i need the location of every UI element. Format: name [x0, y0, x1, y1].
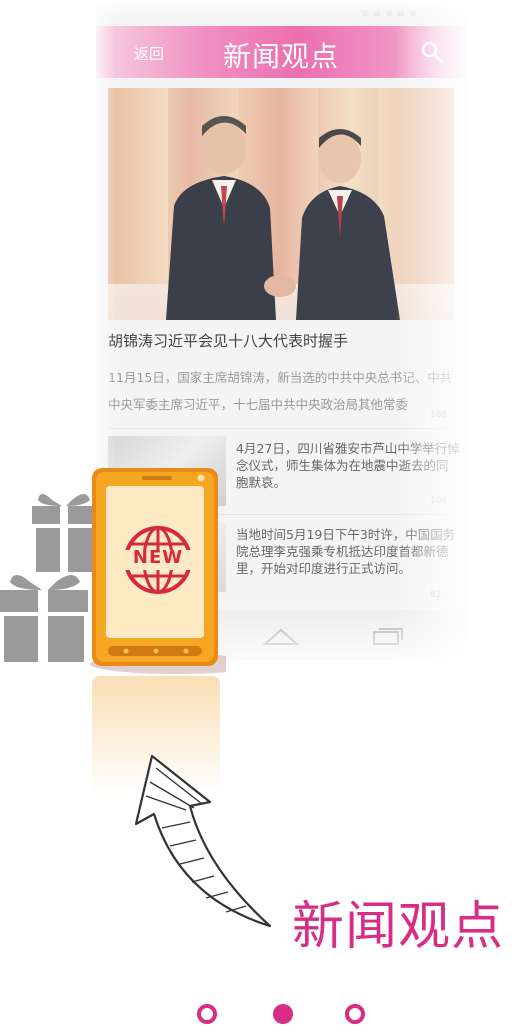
arrow-icon	[134, 754, 272, 928]
slogan: 新闻观点	[292, 897, 505, 957]
new-badge: NEW	[132, 547, 184, 568]
page-indicator-1[interactable]	[197, 1004, 217, 1024]
gift-icon	[0, 575, 88, 662]
page-indicator-2[interactable]	[273, 1004, 293, 1024]
featured-headline[interactable]: 胡锦涛习近平会见十八大代表时握手	[108, 330, 348, 351]
fade-overlay	[395, 0, 523, 680]
fade-overlay	[86, 0, 466, 26]
page-indicator-3[interactable]	[345, 1004, 365, 1024]
onboarding-screen: 返回 新闻观点 胡锦涛习近平会见十八大代表时握手 11月15日，国家主席胡锦涛，…	[0, 0, 523, 1032]
